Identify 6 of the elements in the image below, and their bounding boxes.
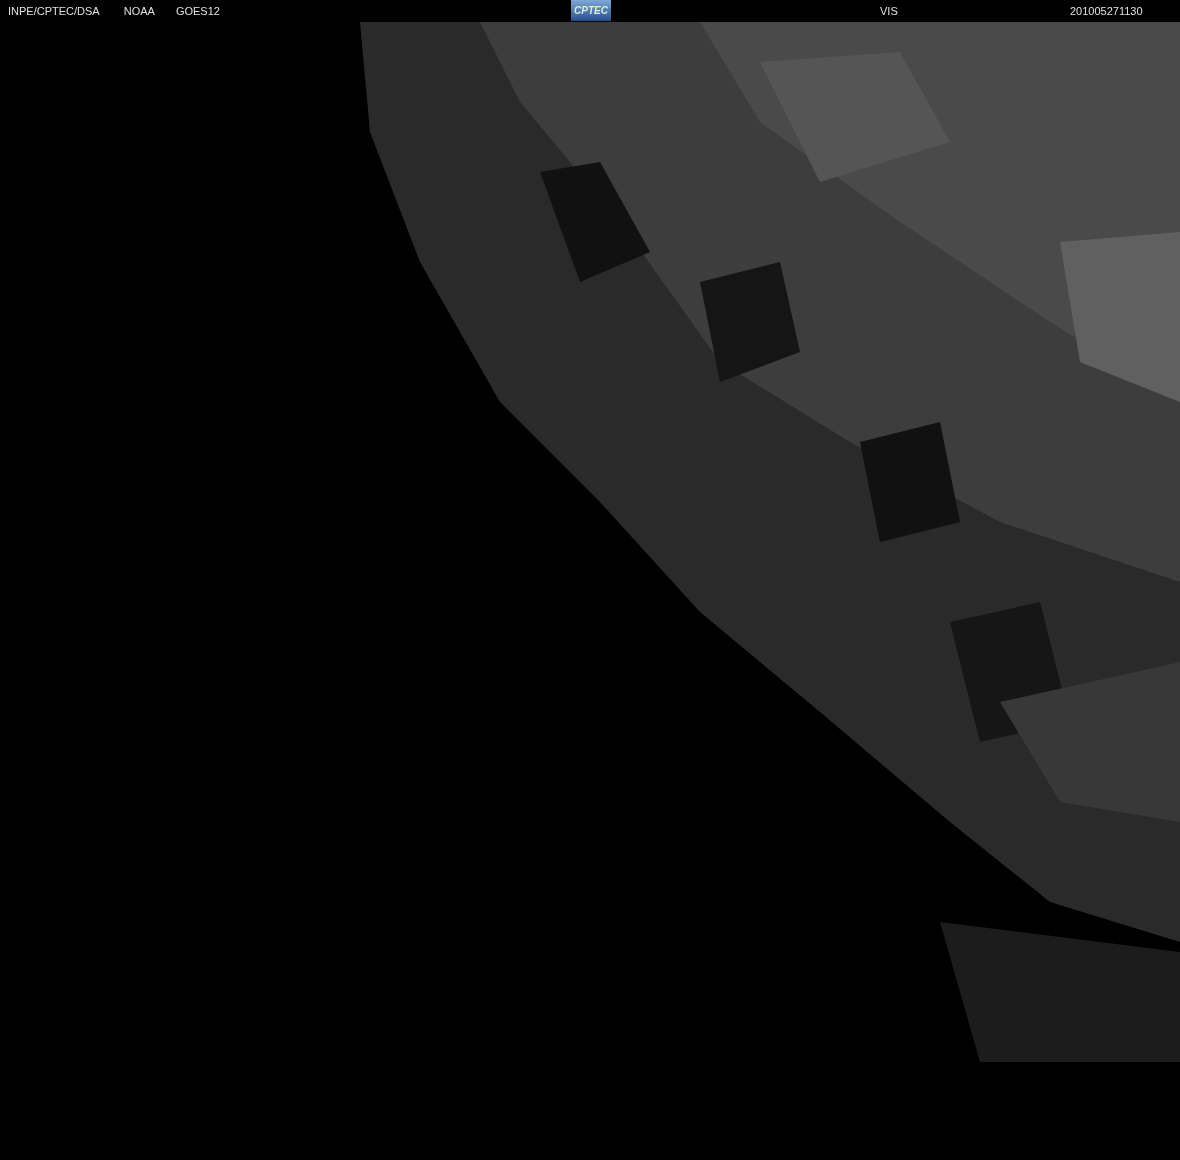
source-label: INPE/CPTEC/DSA: [8, 3, 100, 19]
logo: CPTEC: [571, 0, 611, 21]
timestamp-label: 201005271130: [1070, 3, 1143, 19]
satellite-label: GOES12: [175, 3, 220, 19]
channel-label: VIS: [880, 3, 898, 19]
agency-label: NOAA: [123, 3, 155, 19]
